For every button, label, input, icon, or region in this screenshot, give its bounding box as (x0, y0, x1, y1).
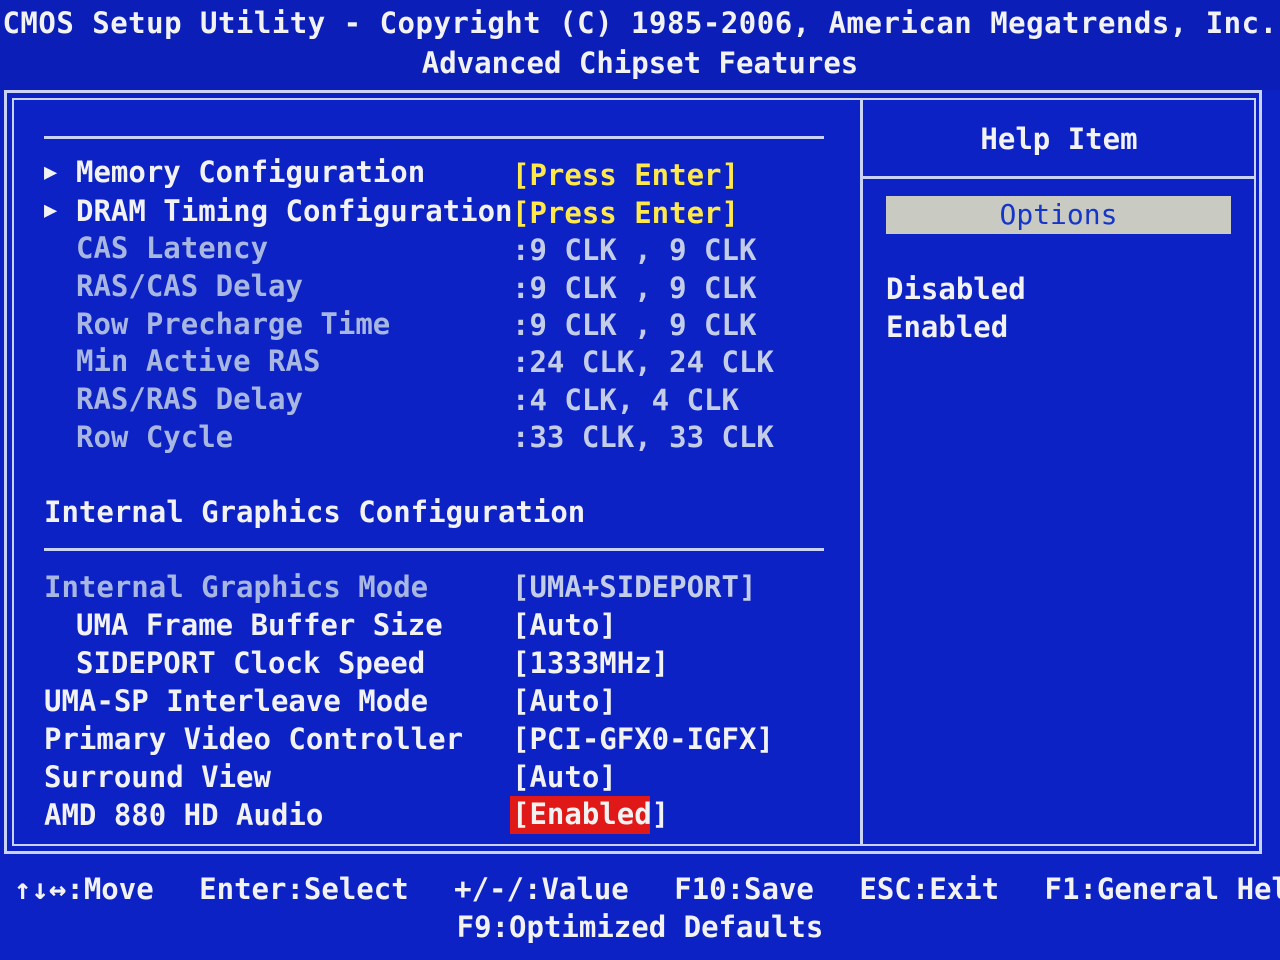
internal-graphics-mode-label: Internal Graphics Mode (44, 570, 429, 604)
memory-configuration-label[interactable]: Memory Configuration (76, 155, 425, 189)
panel-divider (860, 100, 863, 846)
submenu-arrow-icon: ▶ (44, 198, 58, 223)
min-active-ras-value: :24 CLK, 24 CLK (512, 345, 774, 379)
min-active-ras-label: Min Active RAS (76, 344, 321, 378)
surround-view-label[interactable]: Surround View (44, 760, 271, 794)
surround-view-value[interactable]: [Auto] (512, 760, 617, 794)
ras-ras-delay-label: RAS/RAS Delay (76, 382, 303, 416)
sideport-clock-speed-label[interactable]: SIDEPORT Clock Speed (76, 646, 425, 680)
help-item-title: Help Item (980, 122, 1138, 156)
uma-frame-buffer-size-value[interactable]: [Auto] (512, 608, 617, 642)
footer-select: Enter:Select (199, 872, 409, 906)
internal-graphics-mode-value: [UMA+SIDEPORT] (512, 570, 757, 604)
page-title: Advanced Chipset Features (421, 46, 859, 80)
header-bar: CMOS Setup Utility - Copyright (C) 1985-… (0, 0, 1280, 90)
option-disabled: Disabled (886, 272, 1026, 306)
submenu-arrow-icon: ▶ (44, 160, 58, 185)
footer-keys-line2: F9:Optimized Defaults (0, 910, 1280, 944)
primary-video-controller-value[interactable]: [PCI-GFX0-IGFX] (512, 722, 774, 756)
memory-configuration-value[interactable]: [Press Enter] (512, 158, 739, 192)
dram-timing-configuration-label[interactable]: DRAM Timing Configuration (76, 194, 513, 228)
options-header: Options (886, 196, 1231, 234)
amd-hd-audio-value[interactable]: [Enabled] (512, 797, 669, 831)
cas-latency-value: :9 CLK , 9 CLK (512, 233, 757, 267)
footer-help: F1:General Help (1044, 872, 1280, 906)
option-enabled: Enabled (886, 310, 1009, 344)
footer-value: +/-/:Value (454, 872, 629, 906)
top-rule (44, 136, 824, 139)
row-precharge-time-label: Row Precharge Time (76, 307, 391, 341)
dram-timing-configuration-value[interactable]: [Press Enter] (512, 196, 739, 230)
uma-sp-interleave-mode-value[interactable]: [Auto] (512, 684, 617, 718)
row-cycle-label: Row Cycle (76, 420, 234, 454)
row-cycle-value: :33 CLK, 33 CLK (512, 420, 774, 454)
cas-latency-label: CAS Latency (76, 231, 269, 265)
row-precharge-time-value: :9 CLK , 9 CLK (512, 308, 757, 342)
footer-move: ↑↓↔:Move (14, 872, 154, 906)
primary-video-controller-label[interactable]: Primary Video Controller (44, 722, 463, 756)
uma-frame-buffer-size-label[interactable]: UMA Frame Buffer Size (76, 608, 443, 642)
uma-sp-interleave-mode-label[interactable]: UMA-SP Interleave Mode (44, 684, 428, 718)
footer-exit: ESC:Exit (859, 872, 1000, 906)
ras-ras-delay-value: :4 CLK, 4 CLK (512, 383, 739, 417)
graphics-section-title: Internal Graphics Configuration (44, 495, 586, 529)
footer-defaults: F9:Optimized Defaults (456, 910, 824, 944)
help-rule (863, 176, 1255, 179)
amd-hd-audio-label[interactable]: AMD 880 HD Audio (44, 798, 323, 832)
footer-keys: ↑↓↔:Move Enter:Select +/-/:Value F10:Sav… (0, 872, 1280, 906)
footer-save: F10:Save (674, 872, 814, 906)
bios-screen: CMOS Setup Utility - Copyright (C) 1985-… (0, 0, 1280, 960)
ras-cas-delay-value: :9 CLK , 9 CLK (512, 271, 757, 305)
ras-cas-delay-label: RAS/CAS Delay (76, 269, 303, 303)
sideport-clock-speed-value[interactable]: [1333MHz] (512, 646, 669, 680)
section-rule (44, 548, 824, 551)
app-title: CMOS Setup Utility - Copyright (C) 1985-… (2, 6, 1278, 40)
